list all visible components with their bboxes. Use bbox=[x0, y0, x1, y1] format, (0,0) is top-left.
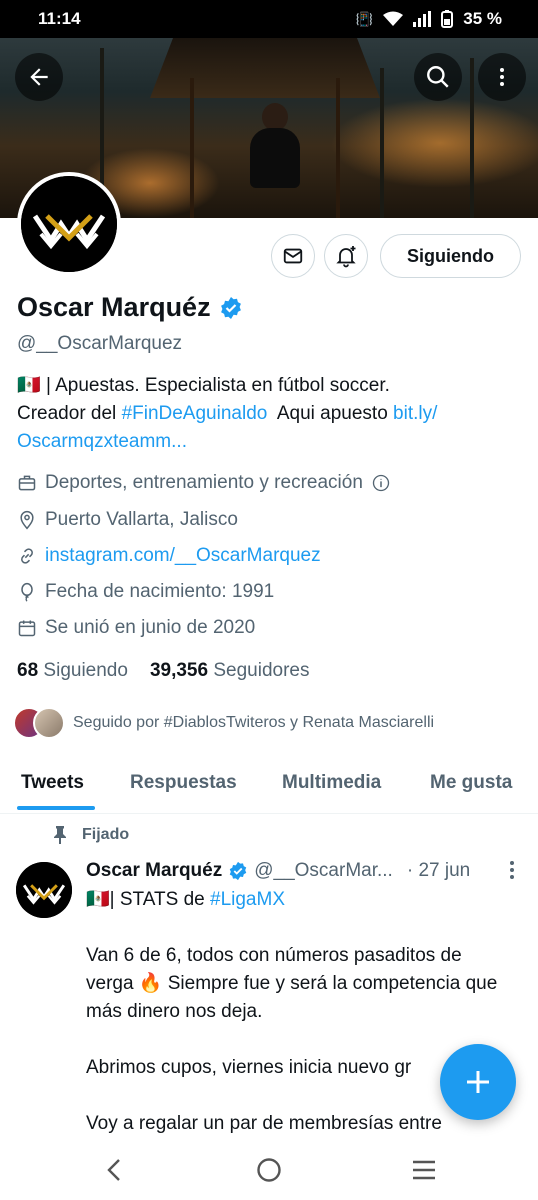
fire-emoji-icon: 🔥 bbox=[138, 973, 163, 994]
profile-handle: @__OscarMarquez bbox=[17, 333, 183, 354]
active-tab-indicator bbox=[17, 806, 95, 810]
followed-by[interactable]: Seguido por #DiablosTwiteros y Renata Ma… bbox=[13, 707, 434, 739]
chevron-left-icon bbox=[107, 1159, 120, 1181]
tweet-para2: Van 6 de 6, todos con números pasaditos … bbox=[86, 945, 498, 1022]
pin-icon bbox=[54, 826, 66, 844]
follow-counts: 68 Siguiendo 39,356 Seguidores bbox=[17, 660, 309, 682]
meta-website: instagram.com/__OscarMarquez bbox=[17, 545, 321, 567]
more-vertical-icon bbox=[510, 861, 514, 879]
bio-url-link[interactable]: bit.ly/ bbox=[393, 403, 437, 424]
nav-back-button[interactable] bbox=[98, 1154, 130, 1186]
back-button[interactable] bbox=[15, 53, 63, 101]
envelope-icon bbox=[283, 248, 303, 264]
wifi-icon bbox=[383, 11, 404, 26]
search-icon bbox=[427, 66, 449, 88]
tab-likes[interactable]: Me gusta bbox=[430, 772, 512, 794]
logo-icon bbox=[16, 862, 72, 918]
profile-avatar[interactable] bbox=[17, 172, 121, 276]
search-button[interactable] bbox=[414, 53, 462, 101]
tweet-time: · 27 jun bbox=[406, 860, 471, 881]
link-icon bbox=[21, 548, 33, 564]
plus-icon bbox=[467, 1071, 489, 1093]
location-text: Puerto Vallarta, Jalisco bbox=[45, 509, 238, 530]
website-link[interactable]: instagram.com/__OscarMarquez bbox=[45, 545, 321, 567]
nav-home-button[interactable] bbox=[253, 1154, 285, 1186]
follower-avatar bbox=[33, 707, 65, 739]
info-icon[interactable] bbox=[371, 473, 391, 493]
verified-badge-icon bbox=[229, 861, 247, 881]
category-text: Deportes, entrenamiento y recreación bbox=[45, 472, 363, 493]
circle-home-icon bbox=[257, 1158, 281, 1182]
tweet-body: 🇲🇽| STATS de #LigaMX Van 6 de 6, todos c… bbox=[86, 886, 506, 1166]
logo-icon bbox=[21, 176, 117, 272]
tweet-para4: Voy a regalar un par de membresías entre bbox=[86, 1113, 442, 1134]
compose-tweet-button[interactable] bbox=[440, 1044, 516, 1120]
balloon-icon bbox=[21, 582, 33, 602]
android-nav-bar bbox=[0, 1140, 538, 1200]
mexico-flag-icon: 🇲🇽 bbox=[17, 375, 41, 396]
tweet-author-name[interactable]: Oscar Marquéz bbox=[86, 860, 222, 882]
briefcase-icon bbox=[18, 475, 36, 491]
bio-line2-prefix: Creador del bbox=[17, 403, 122, 424]
tweet-line1: 🇲🇽| STATS de #LigaMX bbox=[86, 889, 285, 910]
more-vertical-icon bbox=[500, 68, 504, 86]
joined-text: Se unió en junio de 2020 bbox=[45, 617, 256, 638]
tweet-header: Oscar Marquéz @__OscarMar... · 27 jun bbox=[86, 860, 470, 882]
profile-name: Oscar Marquéz bbox=[17, 292, 243, 323]
vibrate-icon: 📳 bbox=[355, 10, 374, 27]
more-button[interactable] bbox=[478, 53, 526, 101]
meta-joined: Se unió en junio de 2020 bbox=[17, 617, 255, 639]
birth-text: Fecha de nacimiento: 1991 bbox=[45, 581, 275, 602]
tweet-hashtag-link[interactable]: #LigaMX bbox=[210, 889, 285, 910]
arrow-left-icon bbox=[30, 68, 48, 86]
tweet-more-button[interactable] bbox=[508, 860, 516, 886]
tweet-author-handle: @__OscarMar... bbox=[254, 860, 393, 881]
status-time: 11:14 bbox=[38, 9, 81, 28]
nav-recents-button[interactable] bbox=[408, 1154, 440, 1186]
followed-by-text: Seguido por #DiablosTwiteros y Renata Ma… bbox=[73, 714, 435, 731]
tab-replies[interactable]: Respuestas bbox=[130, 772, 237, 794]
following-button[interactable]: Siguiendo bbox=[380, 234, 521, 278]
meta-location: Puerto Vallarta, Jalisco bbox=[17, 509, 238, 531]
tab-tweets[interactable]: Tweets bbox=[21, 772, 84, 794]
tweet-avatar[interactable] bbox=[16, 862, 72, 918]
following-count[interactable]: 68 Siguiendo bbox=[17, 660, 128, 682]
mexico-flag-icon: 🇲🇽 bbox=[86, 889, 110, 910]
bio-url-link-cont[interactable]: Oscarmqzxteamm... bbox=[17, 431, 187, 452]
bio-line1: | Apuestas. Especialista en fútbol socce… bbox=[40, 375, 390, 396]
verified-badge-icon[interactable] bbox=[219, 296, 243, 320]
message-button[interactable] bbox=[271, 234, 315, 278]
pinned-label: Fijado bbox=[52, 826, 129, 844]
battery-percent: 35 % bbox=[463, 9, 502, 28]
menu-lines-icon bbox=[413, 1160, 435, 1180]
profile-bio: 🇲🇽 | Apuestas. Especialista en fútbol so… bbox=[17, 372, 517, 456]
bio-hashtag-link[interactable]: #FinDeAguinaldo bbox=[122, 403, 268, 424]
banner-person bbox=[250, 128, 300, 188]
tab-media[interactable]: Multimedia bbox=[282, 772, 381, 794]
profile-name-text: Oscar Marquéz bbox=[17, 292, 211, 322]
calendar-icon bbox=[18, 620, 36, 637]
status-bar: 11:14 📳 35 % bbox=[0, 0, 538, 38]
meta-category: Deportes, entrenamiento y recreación bbox=[17, 472, 391, 494]
followers-count[interactable]: 39,356 Seguidores bbox=[150, 660, 310, 682]
location-pin-icon bbox=[20, 510, 34, 530]
bio-line2-mid: Aqui apuesto bbox=[267, 403, 394, 424]
notify-button[interactable] bbox=[324, 234, 368, 278]
signal-icon bbox=[413, 11, 432, 27]
battery-icon bbox=[441, 10, 454, 28]
bell-plus-icon bbox=[336, 246, 356, 268]
meta-birth: Fecha de nacimiento: 1991 bbox=[17, 581, 274, 603]
